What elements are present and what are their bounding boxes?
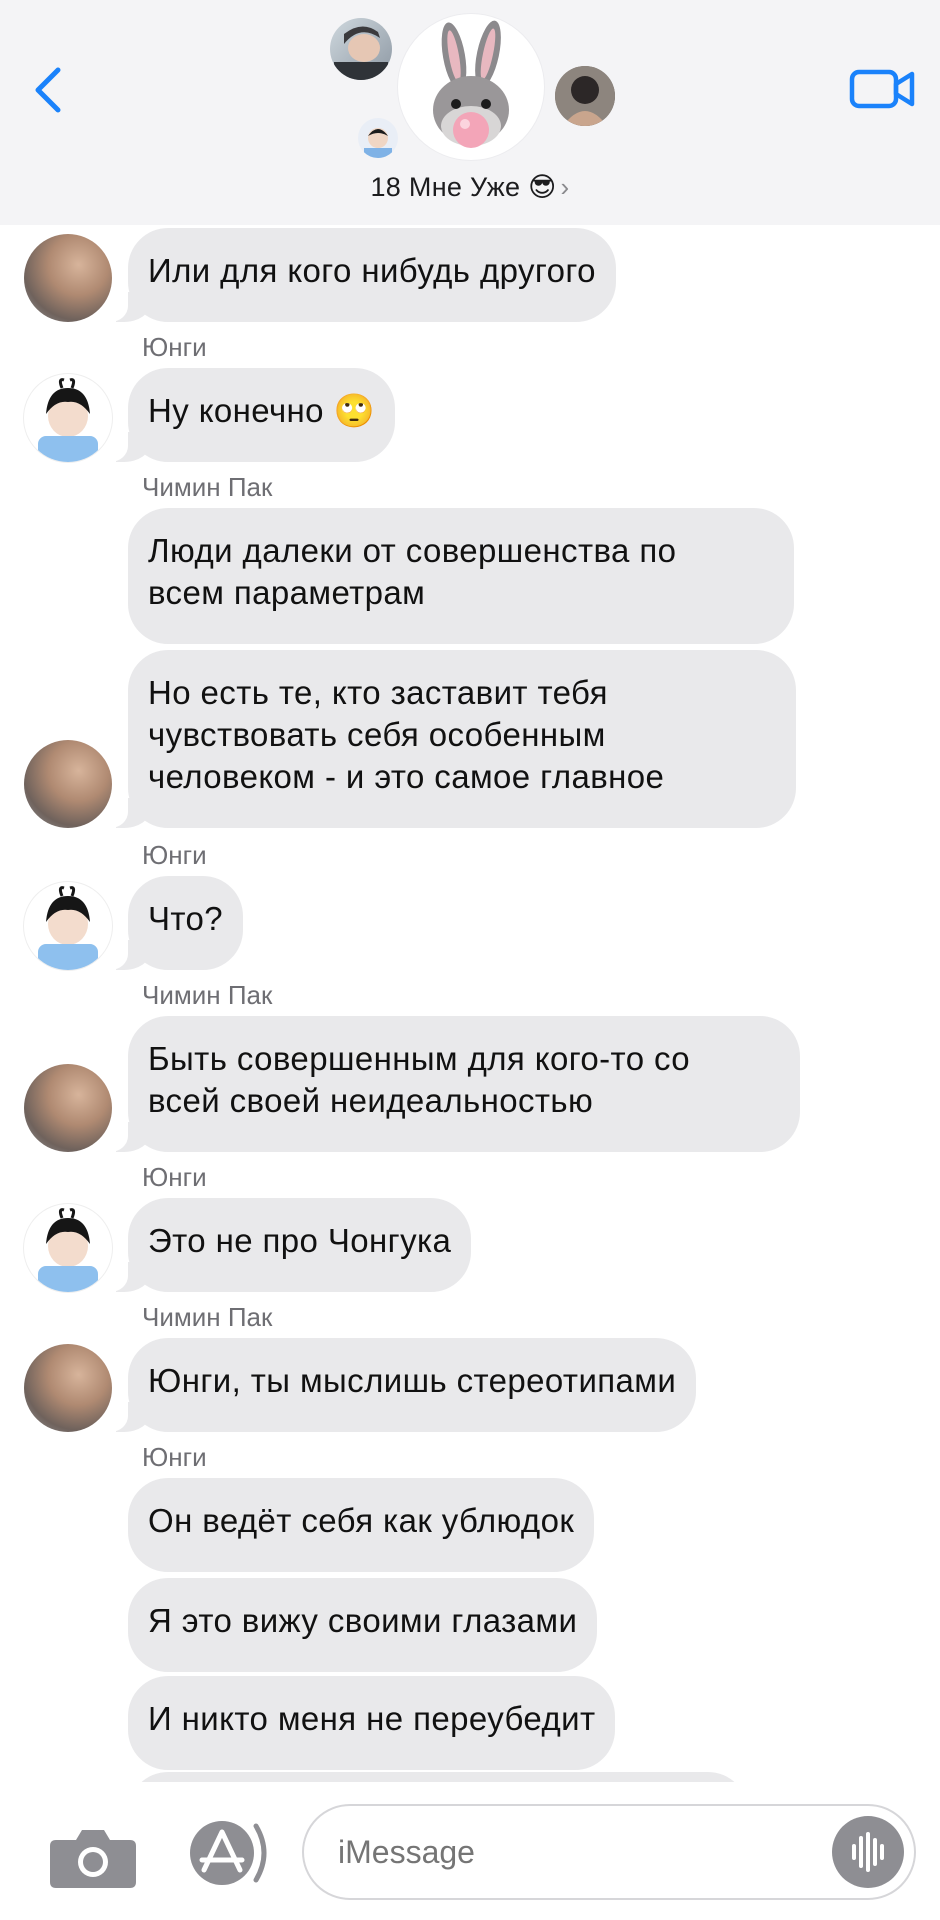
message-bubble[interactable]: Или для кого нибудь другого bbox=[104, 228, 616, 322]
camera-icon bbox=[50, 1830, 136, 1888]
message-bubble[interactable]: Но есть те, кто заставит тебя чувствоват… bbox=[104, 650, 796, 828]
sender-name: Юнги bbox=[142, 1442, 207, 1472]
sender-name: Юнги bbox=[142, 332, 207, 362]
video-call-button[interactable] bbox=[848, 64, 918, 114]
avatar-yoongi[interactable] bbox=[24, 882, 112, 970]
sender-name: Юнги bbox=[142, 840, 207, 870]
message-input[interactable] bbox=[302, 1804, 916, 1900]
camera-button[interactable] bbox=[48, 1824, 138, 1890]
chevron-left-icon bbox=[35, 67, 61, 113]
avatar-jimin[interactable] bbox=[24, 1344, 112, 1432]
message-bubble[interactable]: Быть совершенным для кого-то со всей сво… bbox=[104, 1016, 800, 1152]
avatar-yoongi[interactable] bbox=[24, 1204, 112, 1292]
message-bubble[interactable]: Я это вижу своими глазами bbox=[128, 1578, 598, 1672]
avatar-jimin[interactable] bbox=[24, 740, 112, 828]
sender-name: Чимин Пак bbox=[142, 472, 273, 502]
app-store-button[interactable] bbox=[184, 1818, 280, 1888]
avatar-jimin[interactable] bbox=[24, 1064, 112, 1152]
video-camera-icon bbox=[849, 69, 915, 109]
group-name-label: 18 Мне Уже 😎 bbox=[370, 172, 557, 202]
sender-name: Чимин Пак bbox=[142, 980, 273, 1010]
message-bubble[interactable]: Ну конечно 🙄 bbox=[104, 368, 395, 462]
app-store-icon bbox=[190, 1821, 267, 1885]
chat-screen: 18 Мне Уже 😎 › Или для кого нибудь другог… bbox=[0, 0, 940, 1920]
group-avatar[interactable] bbox=[398, 14, 544, 160]
chat-header: 18 Мне Уже 😎 › bbox=[0, 0, 940, 225]
avatar-jimin[interactable] bbox=[24, 234, 112, 322]
message-bubble[interactable]: Что? bbox=[103, 876, 244, 970]
back-button[interactable] bbox=[28, 62, 68, 118]
message-bubble[interactable]: Он ведёт себя как ублюдок bbox=[128, 1478, 595, 1572]
sender-name: Чимин Пак bbox=[142, 1302, 273, 1332]
member-avatar bbox=[555, 66, 615, 126]
sender-name: Юнги bbox=[142, 1162, 207, 1192]
message-bubble[interactable]: Это не про Чонгука bbox=[103, 1198, 472, 1292]
message-bubble[interactable]: Юнги, ты мыслишь стереотипами bbox=[103, 1338, 697, 1432]
audio-message-button[interactable] bbox=[832, 1816, 904, 1888]
member-avatar bbox=[330, 18, 392, 80]
member-avatar bbox=[358, 118, 398, 158]
group-name[interactable]: 18 Мне Уже 😎 › bbox=[0, 172, 940, 203]
chevron-right-icon: › bbox=[560, 172, 570, 202]
message-bubble[interactable]: И никто меня не переубедит bbox=[128, 1676, 616, 1770]
compose-bar bbox=[0, 1782, 940, 1920]
avatar-yoongi[interactable] bbox=[24, 374, 112, 462]
waveform-icon bbox=[852, 1832, 884, 1872]
message-bubble[interactable]: Люди далеки от совершенства по всем пара… bbox=[128, 508, 794, 644]
